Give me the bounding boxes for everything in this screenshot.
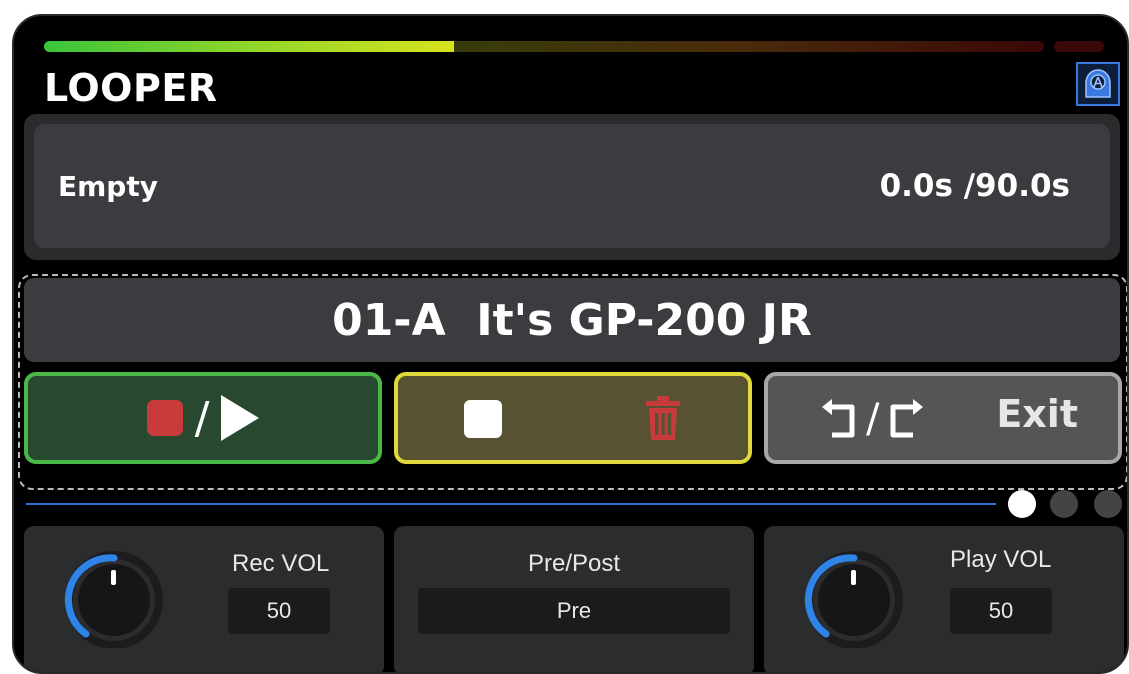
preset-name: 01-A It's GP-200 JR — [332, 294, 812, 346]
trash-icon — [646, 396, 680, 440]
loop-state-label: Empty — [58, 170, 158, 203]
play-vol-label: Play VOL — [950, 546, 1052, 573]
stop-icon — [464, 400, 502, 438]
rec-vol-knob[interactable] — [64, 548, 164, 648]
record-play-slash: / — [194, 392, 210, 444]
rec-vol-label: Rec VOL — [232, 550, 330, 577]
preset-name-bar: 01-A It's GP-200 JR — [24, 278, 1120, 362]
level-meter — [44, 41, 1104, 52]
redo-icon — [890, 399, 924, 438]
rec-vol-value[interactable]: 50 — [228, 588, 330, 634]
undo-redo-group: / — [818, 396, 927, 442]
play-vol-value[interactable]: 50 — [950, 588, 1052, 634]
stop-clear-button[interactable] — [394, 372, 752, 464]
page-dot-2[interactable] — [1050, 490, 1078, 518]
exit-label: Exit — [996, 392, 1078, 436]
level-meter-fill — [44, 41, 454, 52]
level-meter-peak — [1054, 41, 1104, 52]
pre-post-label: Pre/Post — [527, 550, 621, 577]
undo-redo-exit-button[interactable]: / Exit — [764, 372, 1122, 464]
page-indicator-line — [26, 503, 996, 505]
pre-post-value[interactable]: Pre — [418, 588, 730, 634]
loop-status-inner: Empty 0.0s /90.0s — [34, 124, 1110, 248]
pre-post-panel: Pre/Post Pre — [394, 526, 754, 672]
loop-time-readout: 0.0s /90.0s — [879, 168, 1070, 204]
page-dot-1[interactable] — [1008, 490, 1036, 518]
rec-vol-panel: Rec VOL 50 — [24, 526, 384, 672]
record-play-button[interactable]: / — [24, 372, 382, 464]
tuner-icon — [1085, 69, 1111, 98]
undo-redo-slash: / — [866, 396, 880, 442]
loop-status-panel: Empty 0.0s /90.0s — [24, 114, 1120, 260]
page-title: LOOPER — [44, 66, 218, 110]
play-icon — [221, 395, 260, 441]
page-dot-3[interactable] — [1094, 490, 1122, 518]
tuner-button[interactable] — [1076, 62, 1120, 106]
undo-icon — [822, 399, 855, 438]
record-icon — [146, 400, 183, 436]
looper-screen: LOOPER Empty 0.0s /90.0s 01-A It's GP-20… — [12, 14, 1129, 674]
play-vol-panel: Play VOL 50 — [764, 526, 1124, 672]
play-vol-knob[interactable] — [804, 548, 904, 648]
